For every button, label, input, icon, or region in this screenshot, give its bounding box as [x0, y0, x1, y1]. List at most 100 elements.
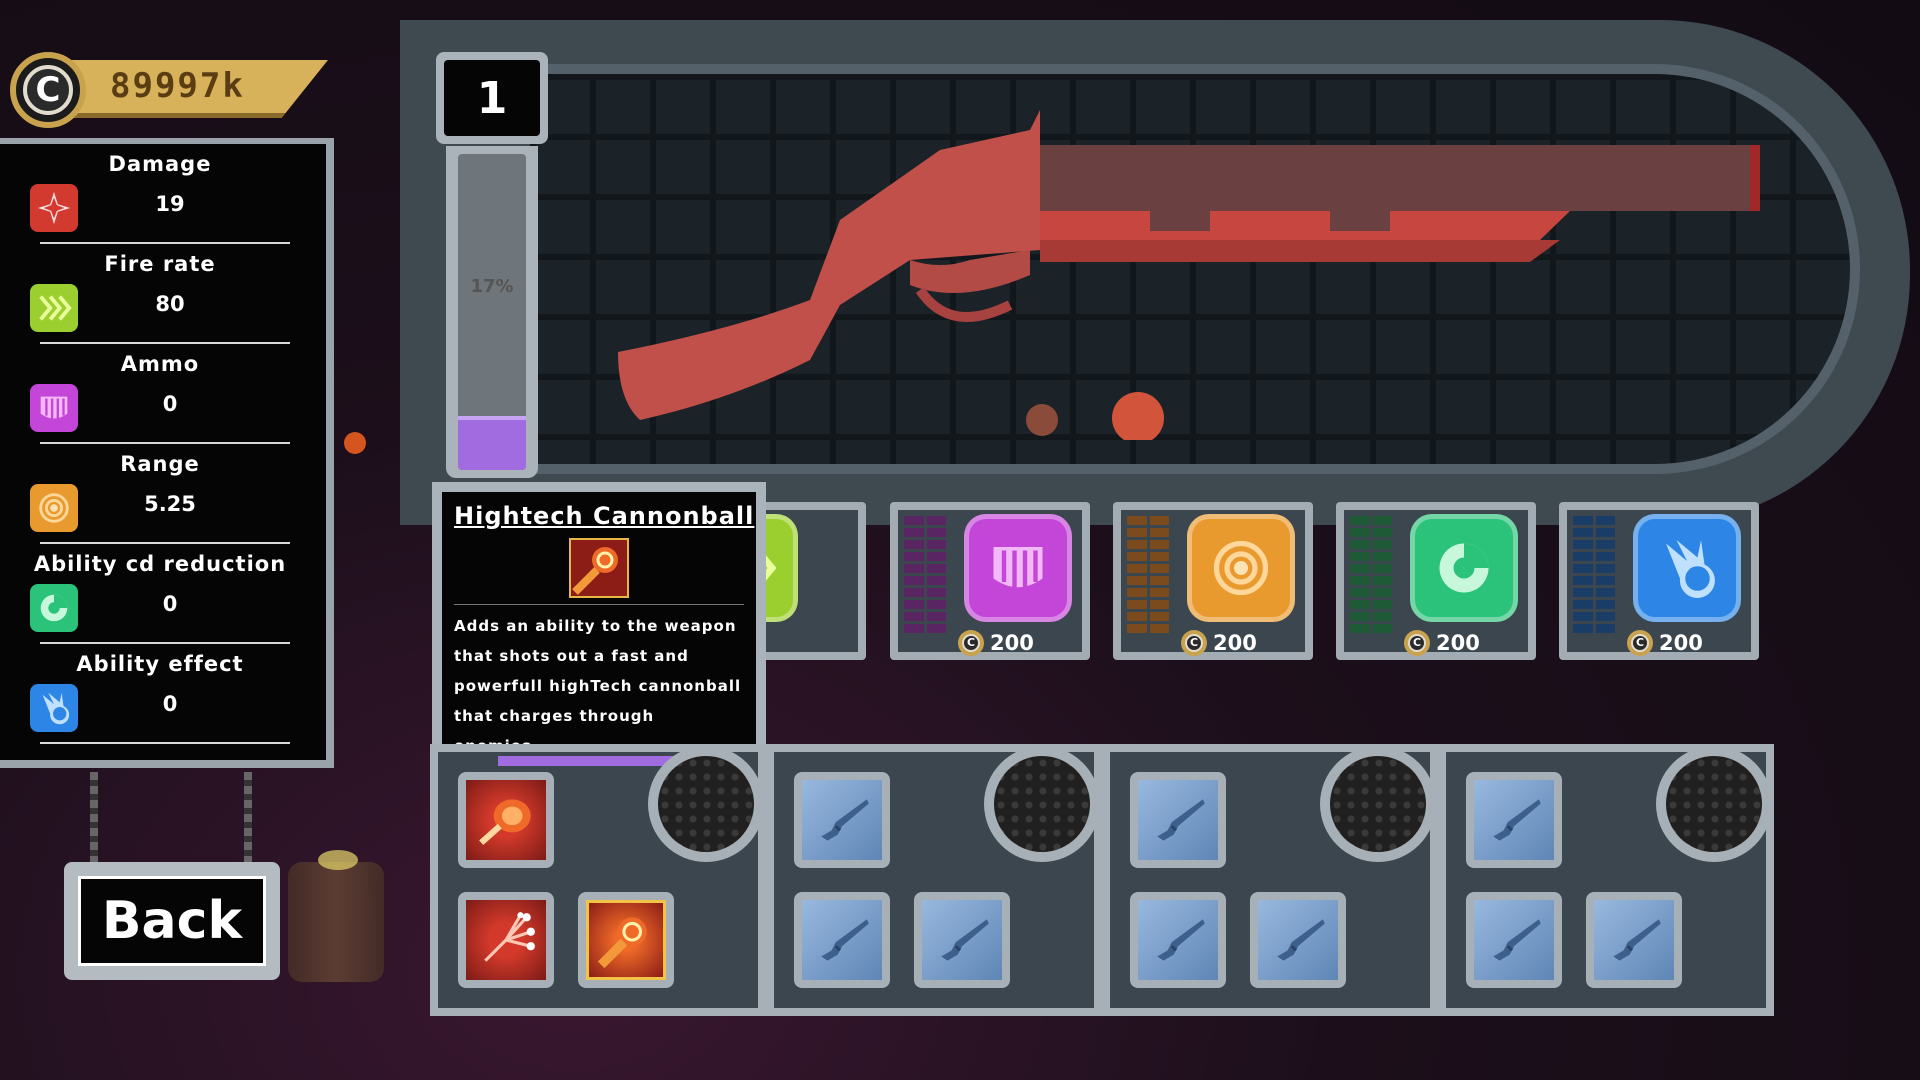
- lamp-decoration: [318, 850, 358, 870]
- ability-slot[interactable]: [914, 892, 1010, 988]
- coin-icon: C: [10, 52, 86, 128]
- ability-effect-burst-icon: [30, 684, 78, 732]
- stat-label: Range: [120, 452, 200, 476]
- stat-ammo: Ammo 0: [0, 344, 320, 444]
- rifle-slot-icon: [922, 900, 1002, 980]
- coin-icon: C: [1404, 630, 1430, 656]
- stat-value: 0: [162, 392, 178, 416]
- stat-value: 5.25: [144, 492, 196, 516]
- upgrade-card-cooldown-clock[interactable]: C 200: [1336, 502, 1536, 660]
- coin-icon: C: [1181, 630, 1207, 656]
- upgrade-price-value: 200: [1436, 631, 1480, 655]
- coin-symbol: C: [23, 65, 73, 115]
- sign-chain-right: [244, 772, 252, 862]
- speaker-grill-icon: [1656, 746, 1772, 862]
- cooldown-clock-icon: [30, 584, 78, 632]
- ability-slot[interactable]: [1466, 772, 1562, 868]
- stat-ability-effect: Ability effect 0: [0, 644, 320, 744]
- speaker-grill-icon: [648, 746, 764, 862]
- upgrade-card-ability-effect-burst[interactable]: C 200: [1559, 502, 1759, 660]
- rifle-slot-icon: [1138, 780, 1218, 860]
- ability-slot[interactable]: [794, 892, 890, 988]
- rifle-slot-icon: [1258, 900, 1338, 980]
- stat-divider: [40, 742, 290, 744]
- stat-label: Damage: [108, 152, 212, 176]
- fireball-ability-icon: [466, 780, 546, 860]
- stat-label: Ability effect: [76, 652, 244, 676]
- coin-icon: C: [1627, 630, 1653, 656]
- stat-ability-cd-reduction: Ability cd reduction 0: [0, 544, 320, 644]
- upgrade-price: C 200: [958, 630, 1034, 656]
- upgrade-level-pips: [1350, 516, 1392, 633]
- shotgun-weapon-icon: [618, 110, 1760, 440]
- rifle-slot-icon: [1474, 900, 1554, 980]
- stat-fire-rate: Fire rate 80: [0, 244, 320, 344]
- stat-range: Range 5.25: [0, 444, 320, 544]
- range-target-icon: [1187, 514, 1295, 622]
- xp-tube-glass: 17%: [458, 154, 526, 470]
- speaker-grill-icon: [984, 746, 1100, 862]
- sign-chain-left: [90, 772, 98, 862]
- xp-percent-label: 17%: [470, 276, 514, 297]
- fire-rate-chevrons-icon: [30, 284, 78, 332]
- ability-slot-panel: [430, 744, 766, 1016]
- ability-slot[interactable]: [1250, 892, 1346, 988]
- stat-damage: Damage 19: [0, 144, 320, 244]
- cooldown-clock-icon: [1410, 514, 1518, 622]
- stat-label: Ammo: [120, 352, 200, 376]
- upgrade-price: C 200: [1181, 630, 1257, 656]
- rifle-slot-icon: [1138, 900, 1218, 980]
- ability-slot-panel: [1102, 744, 1438, 1016]
- rifle-slot-icon: [802, 780, 882, 860]
- ammo-magazine-icon: [964, 514, 1072, 622]
- ability-slot[interactable]: [794, 772, 890, 868]
- tooltip-description: Adds an ability to the weapon that shots…: [454, 617, 742, 755]
- ability-slot[interactable]: [1586, 892, 1682, 988]
- upgrade-level-pips: [904, 516, 946, 633]
- weapon-xp-tube: 17%: [446, 146, 538, 478]
- stat-value: 80: [155, 292, 185, 316]
- upgrade-price: C 200: [1627, 630, 1703, 656]
- tooltip-title: Hightech Cannonball: [454, 502, 755, 530]
- speaker-grill-icon: [1320, 746, 1436, 862]
- rifle-slot-icon: [802, 900, 882, 980]
- damage-star-icon: [30, 184, 78, 232]
- back-button[interactable]: Back: [64, 862, 280, 980]
- upgrade-price: C 200: [1404, 630, 1480, 656]
- tooltip-divider: [454, 604, 744, 605]
- ability-slot-panel: [1438, 744, 1774, 1016]
- weapon-level-number: 1: [444, 60, 540, 136]
- weapon-level-box: 1: [436, 52, 548, 144]
- upgrade-card-range-target[interactable]: C 200: [1113, 502, 1313, 660]
- ammo-magazine-icon: [30, 384, 78, 432]
- rifle-slot-icon: [1594, 900, 1674, 980]
- coin-icon: C: [958, 630, 984, 656]
- upgrade-level-pips: [1127, 516, 1169, 633]
- ability-slot[interactable]: [1466, 892, 1562, 988]
- ability-slot-panel: [766, 744, 1102, 1016]
- range-target-icon: [30, 484, 78, 532]
- ability-xp-strip: [498, 756, 678, 766]
- ability-slot[interactable]: [578, 892, 674, 988]
- ember-decoration: [344, 432, 366, 454]
- stat-value: 0: [162, 592, 178, 616]
- hightech-cannonball-ability-icon: [586, 900, 666, 980]
- back-button-label: Back: [78, 876, 266, 966]
- ability-slot[interactable]: [458, 892, 554, 988]
- ability-effect-burst-icon: [1633, 514, 1741, 622]
- stat-value: 0: [162, 692, 178, 716]
- stat-label: Ability cd reduction: [33, 552, 287, 576]
- stat-value: 19: [155, 192, 185, 216]
- upgrade-card-ammo-magazine[interactable]: C 200: [890, 502, 1090, 660]
- ability-slot[interactable]: [1130, 892, 1226, 988]
- upgrade-price-value: 200: [990, 631, 1034, 655]
- rifle-slot-icon: [1474, 780, 1554, 860]
- weapon-stats-panel: Damage 19 Fire rate 80 Ammo 0 Range 5.25…: [0, 138, 334, 768]
- ability-slot[interactable]: [458, 772, 554, 868]
- upgrade-level-pips: [1573, 516, 1615, 633]
- scatter-shot-ability-icon: [466, 900, 546, 980]
- ability-slot[interactable]: [1130, 772, 1226, 868]
- stat-label: Fire rate: [104, 252, 216, 276]
- upgrade-price-value: 200: [1659, 631, 1703, 655]
- currency-display: 89997k C: [10, 52, 330, 128]
